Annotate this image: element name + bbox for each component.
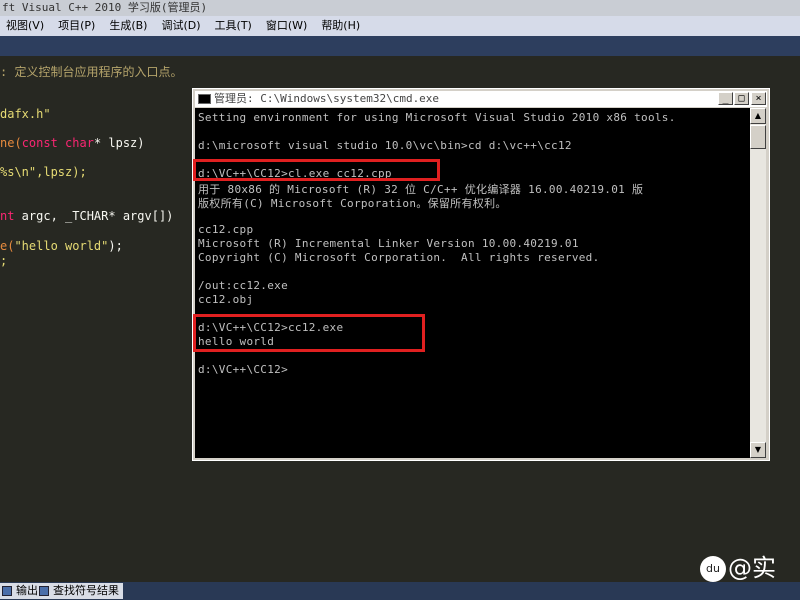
code-main-params: argc, _TCHAR* argv[]) xyxy=(14,209,174,223)
console-line: cc12.obj xyxy=(198,293,254,306)
code-keyword: const char xyxy=(21,136,94,150)
code-call-name: e( xyxy=(0,239,15,253)
cmd-app-icon xyxy=(198,94,211,104)
tab-output[interactable]: 输出 xyxy=(0,583,42,599)
code-line-main: nt argc, _TCHAR* argv[]) xyxy=(0,209,173,223)
menu-help[interactable]: 帮助(H) xyxy=(315,16,368,36)
close-button[interactable]: × xyxy=(751,92,766,105)
code-call-end: ); xyxy=(108,239,123,253)
code-line-printf: %s\n",lpsz); xyxy=(0,165,87,179)
code-line-return: ; xyxy=(0,254,8,268)
scroll-up-icon[interactable]: ▲ xyxy=(750,108,766,124)
maximize-button[interactable]: □ xyxy=(734,92,749,105)
toolbar xyxy=(0,36,800,56)
menu-tools[interactable]: 工具(T) xyxy=(209,16,260,36)
console-line: d:\VC++\CC12> xyxy=(198,363,288,376)
ide-title-bar: ft Visual C++ 2010 学习版(管理员) xyxy=(0,0,800,16)
cmd-title-bar[interactable]: 管理员: C:\Windows\system32\cmd.exe _ □ × xyxy=(195,91,767,107)
console-line: Microsoft (R) Incremental Linker Version… xyxy=(198,237,579,250)
code-keyword-int: nt xyxy=(0,209,15,223)
code-line-call: e("hello world"); xyxy=(0,239,123,253)
console-line: cc12.cpp xyxy=(198,223,254,236)
tab-find-symbol-label: 查找符号结果 xyxy=(53,584,119,597)
code-line-include: dafx.h" xyxy=(0,107,51,121)
menu-bar: 视图(V) 项目(P) 生成(B) 调试(D) 工具(T) 窗口(W) 帮助(H) xyxy=(0,16,800,36)
console-line: Setting environment for using Microsoft … xyxy=(198,111,676,124)
console-line: 版权所有(C) Microsoft Corporation。保留所有权利。 xyxy=(198,197,507,210)
cmd-window[interactable]: 管理员: C:\Windows\system32\cmd.exe _ □ × S… xyxy=(192,88,770,461)
ide-title-text: ft Visual C++ 2010 学习版(管理员) xyxy=(2,1,208,14)
code-func-name: ne( xyxy=(0,136,22,150)
find-symbol-icon xyxy=(39,586,49,596)
cmd-title-text: 管理员: C:\Windows\system32\cmd.exe xyxy=(214,92,440,105)
menu-view[interactable]: 视图(V) xyxy=(0,16,52,36)
console-scrollbar[interactable]: ▲ ▼ xyxy=(750,108,766,458)
tab-output-label: 输出 xyxy=(16,584,38,597)
code-call-arg: "hello world" xyxy=(14,239,109,253)
console-line: /out:cc12.exe xyxy=(198,279,288,292)
code-line-func-decl: ne(const char* lpsz) xyxy=(0,136,145,150)
code-params: * lpsz) xyxy=(93,136,145,150)
menu-project[interactable]: 项目(P) xyxy=(52,16,103,36)
menu-window[interactable]: 窗口(W) xyxy=(260,16,315,36)
watermark: du @实 xyxy=(700,548,776,583)
scroll-down-icon[interactable]: ▼ xyxy=(750,442,766,458)
output-icon xyxy=(2,586,12,596)
scroll-thumb[interactable] xyxy=(750,125,766,149)
highlight-run-output xyxy=(193,314,425,352)
code-line-comment: : 定义控制台应用程序的入口点。 xyxy=(0,65,183,79)
watermark-text: @实 xyxy=(728,554,776,582)
console-line: Copyright (C) Microsoft Corporation. All… xyxy=(198,251,600,264)
menu-debug[interactable]: 调试(D) xyxy=(155,16,208,36)
paw-logo-icon: du xyxy=(700,556,726,582)
highlight-compile-command xyxy=(193,159,440,181)
console-line: d:\microsoft visual studio 10.0\vc\bin>c… xyxy=(198,139,572,152)
tab-find-symbol-results[interactable]: 查找符号结果 xyxy=(37,583,123,599)
menu-build[interactable]: 生成(B) xyxy=(103,16,155,36)
minimize-button[interactable]: _ xyxy=(718,92,733,105)
